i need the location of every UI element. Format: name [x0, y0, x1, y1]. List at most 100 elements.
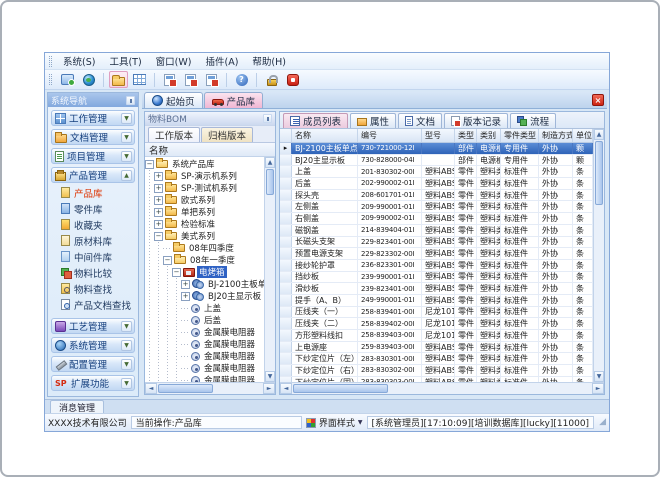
- table-vertical-scrollbar[interactable]: ▲ ▼: [593, 129, 604, 382]
- chevron-down-icon[interactable]: ▼: [121, 340, 132, 351]
- column-header[interactable]: 制造方式: [539, 129, 573, 142]
- scroll-right-icon[interactable]: ►: [592, 383, 604, 394]
- column-header[interactable]: 单位: [573, 129, 593, 142]
- table-row[interactable]: 压线夹（二）258-839402-00I尼龙1010零件塑料类标准件外协条: [280, 318, 593, 330]
- members-tab[interactable]: 版本记录: [444, 113, 508, 128]
- tree-vertical-scrollbar[interactable]: ▲ ▼: [264, 157, 275, 382]
- toolbar-button-lock[interactable]: [262, 71, 281, 88]
- collapse-icon[interactable]: −: [145, 160, 154, 169]
- tree-node[interactable]: +单把系列: [145, 206, 264, 218]
- toolbar-button-report1[interactable]: [160, 71, 179, 88]
- version-tab[interactable]: 归档版本: [201, 127, 253, 142]
- tree-node[interactable]: +检验标准: [145, 218, 264, 230]
- chevron-down-icon[interactable]: ▼: [121, 378, 132, 389]
- nav-item[interactable]: 原材料库: [58, 233, 135, 248]
- table-row[interactable]: 滑纱板239-823401-00I塑料ABS零件塑料类标准件外协条: [280, 283, 593, 295]
- toolbar-button-screen[interactable]: [58, 71, 77, 88]
- table-row[interactable]: 提手（A、B）249-990001-01I塑料ABS零件塑料类标准件外协条: [280, 295, 593, 307]
- pin-icon[interactable]: [263, 114, 272, 123]
- tree-node[interactable]: 上盖: [145, 302, 264, 314]
- collapse-icon[interactable]: −: [172, 268, 181, 277]
- table-row[interactable]: 探头壳208-601701-01I塑料ABS零件塑料类标准件外协条: [280, 190, 593, 202]
- interface-style-button[interactable]: 界面样式 ▼: [306, 416, 363, 429]
- scroll-up-icon[interactable]: ▲: [594, 129, 604, 140]
- nav-group-header[interactable]: 工艺管理▼: [51, 318, 135, 334]
- scroll-left-icon[interactable]: ◄: [280, 383, 292, 394]
- tree-node[interactable]: 金属膜电阻器: [145, 362, 264, 374]
- menu-item[interactable]: 系统(S): [56, 56, 102, 69]
- toolbar-button-report3[interactable]: [202, 71, 221, 88]
- table-row[interactable]: 后盖202-990002-01I塑料ABS零件塑料类标准件外协条: [280, 178, 593, 190]
- tree-node[interactable]: +欧式系列: [145, 194, 264, 206]
- menu-item[interactable]: 工具(T): [102, 56, 148, 69]
- scrollbar-thumb[interactable]: [293, 384, 388, 393]
- collapse-icon[interactable]: −: [154, 232, 163, 241]
- expand-icon[interactable]: +: [181, 292, 190, 301]
- chevron-down-icon[interactable]: ▼: [121, 151, 132, 162]
- table-row[interactable]: 下纱定位片（右）283-830302-00I塑料ABS零件塑料类标准件外协条: [280, 365, 593, 377]
- toolbar-button-folder[interactable]: [109, 71, 128, 88]
- tree-node[interactable]: −电烤箱: [145, 266, 264, 278]
- nav-item[interactable]: 产品文档查找: [58, 297, 135, 312]
- expand-icon[interactable]: +: [181, 280, 190, 289]
- menu-item[interactable]: 窗口(W): [149, 56, 199, 69]
- collapse-icon[interactable]: −: [163, 256, 172, 265]
- table-row[interactable]: BJ20主显示板730-828000-04I部件电源板专用件外协颗: [280, 155, 593, 167]
- toolbar-button-globe[interactable]: [79, 71, 98, 88]
- table-row[interactable]: 磁钢盖214-839404-01I塑料ABS零件塑料类标准件外协条: [280, 225, 593, 237]
- table-row[interactable]: 预置电源支架229-823302-00I塑料ABS零件塑料类标准件外协条: [280, 248, 593, 260]
- expand-icon[interactable]: +: [154, 172, 163, 181]
- table-row[interactable]: ▸BJ-2100主板单点730-721000-12I部件电源板专用件外协颗: [280, 143, 593, 155]
- nav-item[interactable]: 零件库: [58, 201, 135, 216]
- tree-node[interactable]: −08年一季度: [145, 254, 264, 266]
- table-row[interactable]: 左侧盖209-990001-01I塑料ABS零件塑料类标准件外协条: [280, 201, 593, 213]
- table-row[interactable]: 压线夹（一）258-839401-00I尼龙1010零件塑料类标准件外协条: [280, 307, 593, 319]
- nav-group-header[interactable]: 文档管理▼: [51, 129, 135, 145]
- table-horizontal-scrollbar[interactable]: ◄ ►: [280, 382, 604, 394]
- table-row[interactable]: 长磁头支架229-823401-00I塑料ABS零件塑料类标准件外协条: [280, 237, 593, 249]
- chevron-down-icon[interactable]: ▼: [121, 359, 132, 370]
- table-row[interactable]: 方形塑料线扣258-839403-00I尼龙1010零件塑料类标准件外协条: [280, 330, 593, 342]
- table-row[interactable]: 右侧盖209-990002-01I塑料ABS零件塑料类标准件外协条: [280, 213, 593, 225]
- chevron-up-icon[interactable]: ▲: [121, 170, 132, 181]
- table-row[interactable]: 上电源座259-839403-00I塑料ABS零件塑料类标准件外协条: [280, 342, 593, 354]
- drag-grip[interactable]: [49, 56, 52, 67]
- document-tab[interactable]: 产品库: [204, 92, 264, 108]
- table-row[interactable]: 挡纱板239-990001-01I塑料ABS零件塑料类标准件外协条: [280, 272, 593, 284]
- table-row[interactable]: 上盖201-830302-00I塑料ABS零件塑料类标准件外协条: [280, 166, 593, 178]
- toolbar-button-exit[interactable]: [283, 71, 302, 88]
- tree-node[interactable]: +SP-演示机系列: [145, 170, 264, 182]
- nav-group-header[interactable]: 产品管理▲: [51, 167, 135, 183]
- tree-node[interactable]: +BJ-2100主板单点: [145, 278, 264, 290]
- nav-group-header[interactable]: 项目管理▼: [51, 148, 135, 164]
- tree-node[interactable]: 金属膜电阻器: [145, 326, 264, 338]
- scroll-down-icon[interactable]: ▼: [265, 371, 275, 382]
- nav-group-header[interactable]: 扩展功能▼: [51, 375, 135, 391]
- chevron-down-icon[interactable]: ▼: [121, 321, 132, 332]
- members-tab[interactable]: 流程: [510, 113, 556, 128]
- tree-node[interactable]: +BJ20主显示板: [145, 290, 264, 302]
- close-icon[interactable]: ×: [592, 94, 604, 106]
- scroll-right-icon[interactable]: ►: [263, 383, 275, 394]
- menu-item[interactable]: 插件(A): [198, 56, 245, 69]
- table-row[interactable]: 接纱轮护罩236-823301-00I塑料ABS零件塑料类标准件外协条: [280, 260, 593, 272]
- tree-node[interactable]: 金属膜电阻器: [145, 350, 264, 362]
- document-tab[interactable]: 起始页: [144, 92, 203, 108]
- scroll-left-icon[interactable]: ◄: [145, 383, 157, 394]
- nav-item[interactable]: 物料比较: [58, 265, 135, 280]
- column-header[interactable]: 编号: [358, 129, 422, 142]
- expand-icon[interactable]: +: [154, 184, 163, 193]
- chevron-down-icon[interactable]: ▼: [121, 113, 132, 124]
- scroll-up-icon[interactable]: ▲: [265, 157, 275, 168]
- nav-item[interactable]: 物料查找: [58, 281, 135, 296]
- chevron-down-icon[interactable]: ▼: [121, 132, 132, 143]
- drag-grip[interactable]: [49, 74, 52, 85]
- table-row[interactable]: 下纱定位片（左）283-830301-00I塑料ABS零件塑料类标准件外协条: [280, 353, 593, 365]
- tree-node[interactable]: −美式系列: [145, 230, 264, 242]
- pin-icon[interactable]: [126, 96, 135, 105]
- tree-node[interactable]: 金属膜电阻器: [145, 338, 264, 350]
- tree-node[interactable]: +SP-测试机系列: [145, 182, 264, 194]
- nav-item[interactable]: 收藏夹: [58, 217, 135, 232]
- column-header[interactable]: 零件类型: [501, 129, 539, 142]
- column-header[interactable]: 类型: [455, 129, 477, 142]
